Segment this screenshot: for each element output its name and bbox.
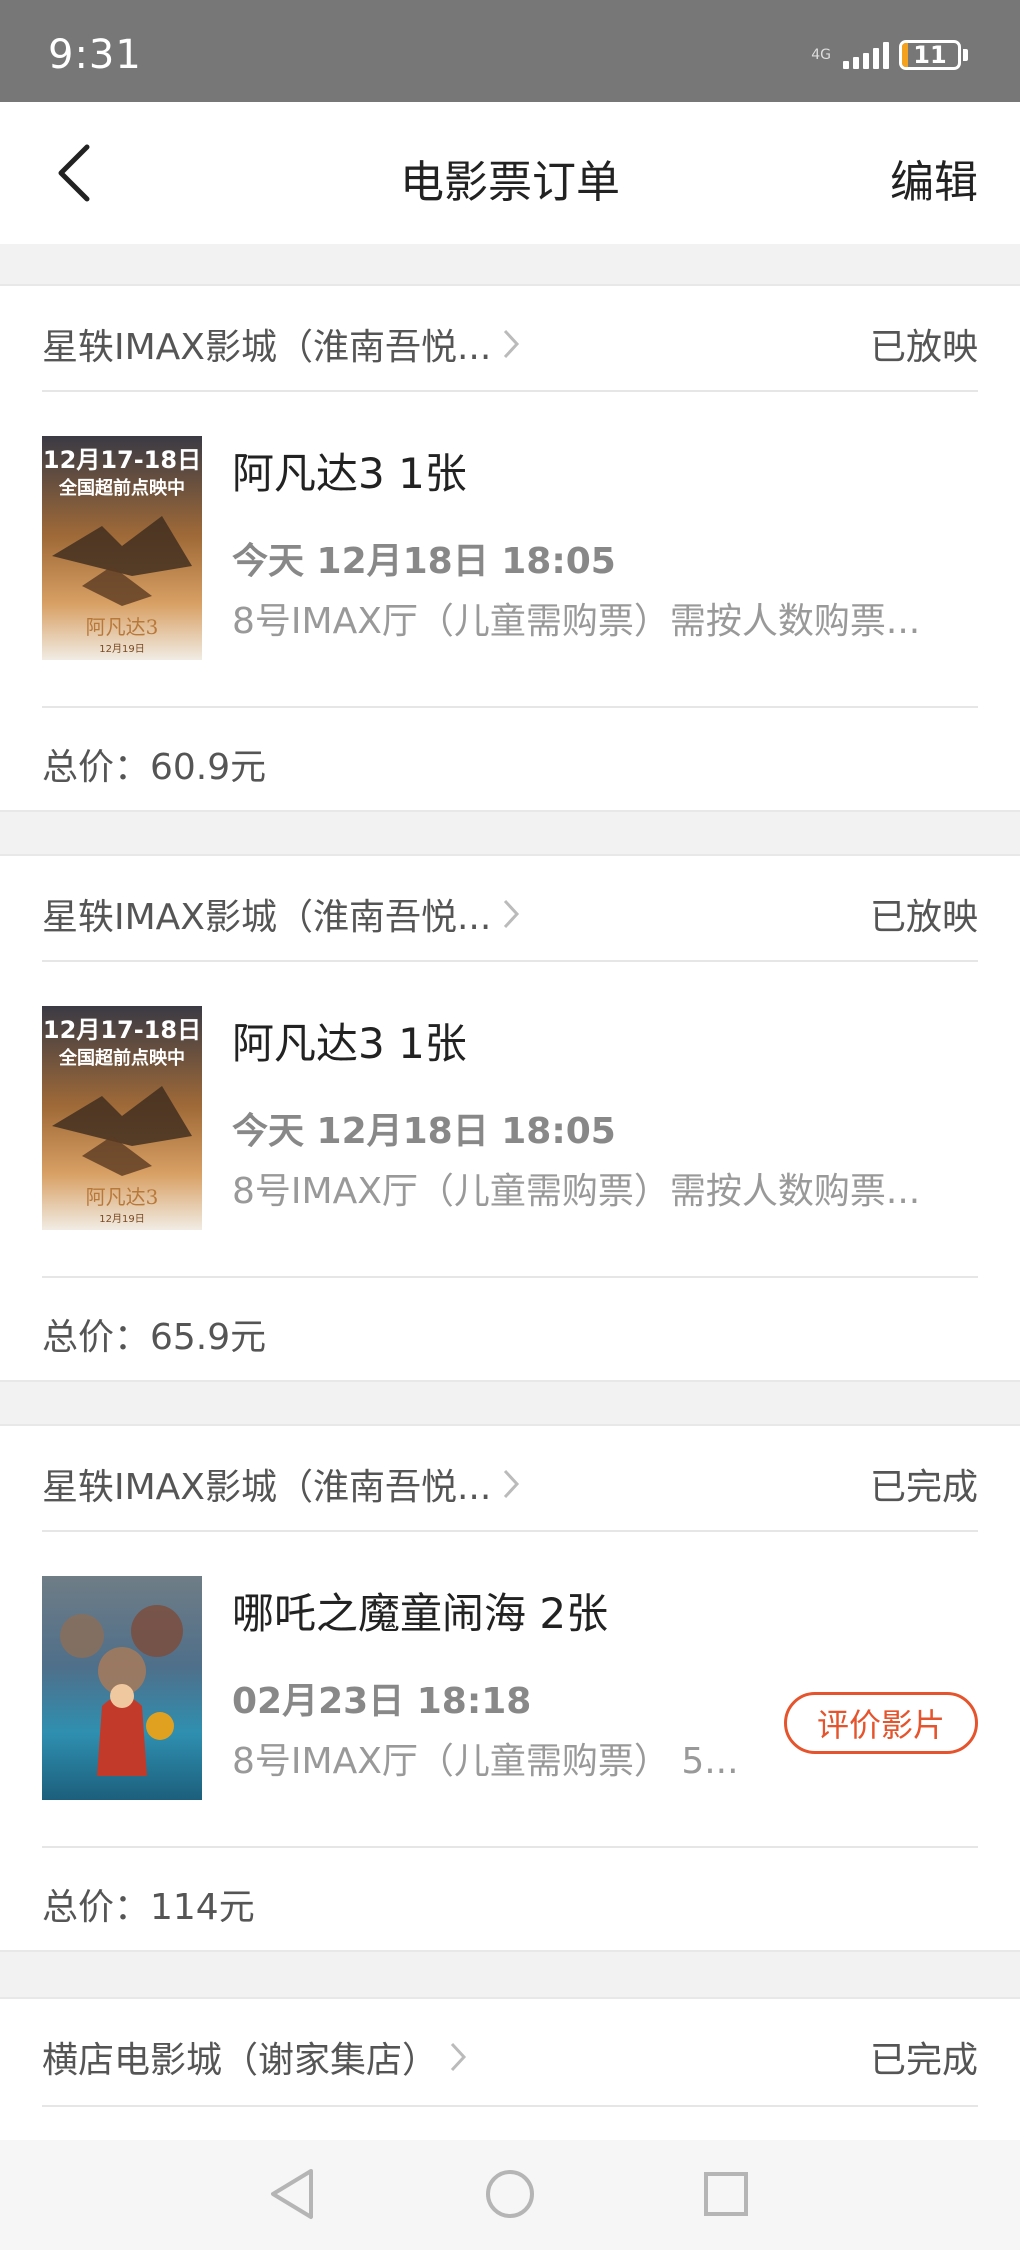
- battery-level-fill: [902, 43, 909, 67]
- system-home-button[interactable]: [478, 2162, 542, 2226]
- order-status: 已放映: [869, 327, 978, 368]
- movie-title: 哪吒之魔童闹海 2张: [232, 1589, 609, 1638]
- cinema-link[interactable]: 横店电影城（谢家集店）: [42, 2031, 468, 2083]
- cinema-link[interactable]: 星轶IMAX影城（淮南吾悦...: [42, 318, 521, 370]
- cinema-name: 星轶IMAX影城（淮南吾悦...: [42, 897, 492, 938]
- chevron-right-icon: [448, 2040, 468, 2074]
- system-back-button[interactable]: [260, 2162, 324, 2226]
- movie-poster: 12月17-18日 全国超前点映中 阿凡达3 12月19日: [42, 1006, 202, 1230]
- nav-bar: 电影票订单 编辑: [0, 102, 1020, 244]
- cinema-name: 星轶IMAX影城（淮南吾悦...: [42, 1467, 492, 1508]
- order-status: 已放映: [869, 897, 978, 938]
- cinema-name: 横店电影城（谢家集店）: [42, 2040, 439, 2081]
- cinema-link[interactable]: 星轶IMAX影城（淮南吾悦...: [42, 1458, 521, 1510]
- system-recent-button[interactable]: [694, 2162, 758, 2226]
- battery-icon: 11: [899, 40, 961, 70]
- status-bar: 9:31 4G 11: [0, 0, 1020, 102]
- poster-movie-name: 阿凡达3: [86, 615, 159, 639]
- triangle-back-icon: [271, 2169, 313, 2219]
- poster-line1: 12月17-18日: [43, 1016, 201, 1044]
- order-card-body[interactable]: 12月17-18日 全国超前点映中 阿凡达3 12月19日 阿凡达3 1张 今天…: [42, 962, 978, 1278]
- show-time: 今天 12月18日 18:05: [232, 1111, 616, 1152]
- chevron-right-icon: [501, 1467, 521, 1501]
- hall-info: 8号IMAX厅（儿童需购票） 5...: [232, 1741, 739, 1782]
- battery-tip: [963, 49, 968, 61]
- order-card[interactable]: 星轶IMAX影城（淮南吾悦... 已放映 12月17-18日 全国超前点映中 阿…: [0, 854, 1020, 1382]
- movie-title: 阿凡达3 1张: [232, 1019, 467, 1068]
- order-card[interactable]: 星轶IMAX影城（淮南吾悦... 已完成 哪吒之魔童闹海 2张 02月23日 1…: [0, 1424, 1020, 1952]
- system-nav-bar: [0, 2140, 1020, 2250]
- order-card[interactable]: 星轶IMAX影城（淮南吾悦... 已放映 12月17-18日 全国超前点映中 阿…: [0, 284, 1020, 812]
- page-title: 电影票订单: [400, 157, 620, 208]
- order-card-header: 星轶IMAX影城（淮南吾悦... 已放映: [42, 286, 978, 392]
- cinema-link[interactable]: 星轶IMAX影城（淮南吾悦...: [42, 888, 521, 940]
- movie-title: 阿凡达3 1张: [232, 449, 467, 498]
- order-total: 总价：65.9元: [42, 1317, 267, 1358]
- movie-poster: [42, 1576, 202, 1800]
- order-status: 已完成: [869, 1467, 978, 1508]
- poster-line2: 全国超前点映中: [58, 477, 185, 499]
- movie-poster: 12月17-18日 全国超前点映中 阿凡达3 12月19日: [42, 436, 202, 660]
- status-indicators: 4G 11: [811, 40, 968, 70]
- signal-icon: [843, 41, 889, 69]
- order-card-header: 星轶IMAX影城（淮南吾悦... 已放映: [42, 856, 978, 962]
- order-total: 总价：114元: [42, 1887, 255, 1928]
- review-movie-button[interactable]: 评价影片: [784, 1692, 978, 1754]
- status-time: 9:31: [48, 32, 142, 78]
- cinema-name: 星轶IMAX影城（淮南吾悦...: [42, 327, 492, 368]
- edit-button[interactable]: 编辑: [890, 146, 978, 210]
- order-card[interactable]: 横店电影城（谢家集店） 已完成: [0, 1997, 1020, 2140]
- network-type-label: 4G: [811, 47, 831, 63]
- hall-info: 8号IMAX厅（儿童需购票）需按人数购票...: [232, 1171, 921, 1212]
- circle-home-icon: [486, 2170, 534, 2218]
- order-total: 总价：60.9元: [42, 747, 267, 788]
- show-time: 02月23日 18:18: [232, 1681, 532, 1722]
- chevron-right-icon: [501, 327, 521, 361]
- poster-date: 12月19日: [99, 643, 144, 655]
- poster-date: 12月19日: [99, 1213, 144, 1225]
- poster-movie-name: 阿凡达3: [86, 1185, 159, 1209]
- battery-percent: 11: [913, 41, 947, 69]
- order-card-header: 星轶IMAX影城（淮南吾悦... 已完成: [42, 1426, 978, 1532]
- order-card-body[interactable]: 12月17-18日 全国超前点映中 阿凡达3 12月19日 阿凡达3 1张 今天…: [42, 392, 978, 708]
- square-recent-icon: [704, 2172, 748, 2216]
- show-time: 今天 12月18日 18:05: [232, 541, 616, 582]
- poster-line1: 12月17-18日: [43, 446, 201, 474]
- hall-info: 8号IMAX厅（儿童需购票）需按人数购票...: [232, 601, 921, 642]
- order-card-body[interactable]: 哪吒之魔童闹海 2张 02月23日 18:18 8号IMAX厅（儿童需购票） 5…: [42, 1532, 978, 1848]
- chevron-right-icon: [501, 897, 521, 931]
- order-card-header: 横店电影城（谢家集店） 已完成: [42, 1999, 978, 2107]
- poster-line2: 全国超前点映中: [58, 1047, 185, 1069]
- order-status: 已完成: [869, 2040, 978, 2081]
